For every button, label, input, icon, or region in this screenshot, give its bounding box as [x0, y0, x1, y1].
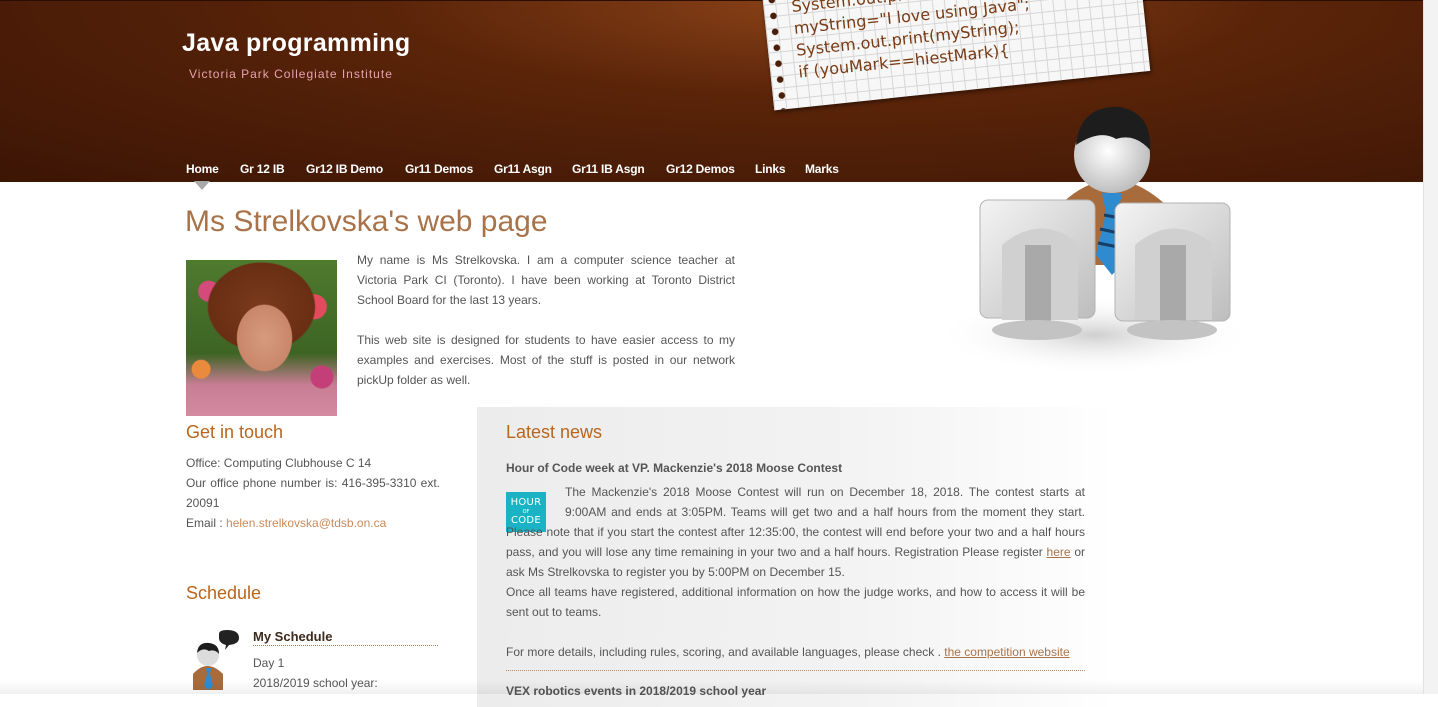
- code-note-illustration: System.out.println(myString="I love usin…: [762, 0, 1151, 111]
- news-item-body: The Mackenzie's 2018 Moose Contest will …: [506, 482, 1085, 662]
- contact-info: Office: Computing Clubhouse C 14 Our off…: [186, 453, 440, 533]
- active-nav-indicator: [194, 181, 210, 190]
- email-line: Email : helen.strelkovska@tdsb.on.ca: [186, 513, 440, 533]
- nav-item-gr11-demos[interactable]: Gr11 Demos: [405, 162, 473, 176]
- contact-heading: Get in touch: [186, 422, 284, 442]
- news-divider: [506, 670, 1085, 671]
- nav-item-links[interactable]: Links: [755, 162, 786, 176]
- intro-paragraph: My name is Ms Strelkovska. I am a comput…: [357, 253, 735, 307]
- register-here-link[interactable]: here: [1047, 545, 1071, 559]
- nav-item-gr12-ib-demo[interactable]: Gr12 IB Demo: [306, 162, 383, 176]
- news-text: Once all teams have registered, addition…: [506, 585, 1085, 619]
- competition-website-link[interactable]: the competition website: [944, 645, 1069, 659]
- intro-text: My name is Ms Strelkovska. I am a comput…: [357, 250, 735, 410]
- news-text: For more details, including rules, scori…: [506, 645, 945, 659]
- site-subtitle: Victoria Park Collegiate Institute: [189, 67, 393, 81]
- email-link[interactable]: helen.strelkovska@tdsb.on.ca: [226, 516, 386, 530]
- nav-item-gr11-asgn[interactable]: Gr11 Asgn: [494, 162, 552, 176]
- office-text: Office: Computing Clubhouse C 14: [186, 456, 372, 470]
- nav-item-home[interactable]: Home: [186, 162, 219, 176]
- news-heading: Latest news: [506, 422, 603, 442]
- teacher-portrait-photo: [186, 260, 337, 416]
- nav-item-gr12-ib[interactable]: Gr 12 IB: [240, 162, 285, 176]
- spiral-holes: [763, 0, 791, 111]
- news-item-title: Hour of Code week at VP. Mackenzie's 201…: [506, 461, 843, 475]
- my-schedule-title: My Schedule: [253, 629, 438, 646]
- site-title: Java programming: [182, 29, 411, 57]
- news-text: The Mackenzie's 2018 Moose Contest will …: [506, 485, 1085, 559]
- schedule-day: Day 1: [253, 656, 285, 670]
- page-title: Ms Strelkovska's web page: [185, 205, 548, 238]
- intro-paragraph: This web site is designed for students t…: [357, 333, 735, 387]
- vertical-scrollbar[interactable]: [1423, 0, 1438, 694]
- code-note-text: System.out.println(myString="I love usin…: [790, 0, 1035, 84]
- email-label: Email :: [186, 516, 227, 530]
- phone-text: Our office phone number is: 416-395-3310…: [186, 476, 440, 510]
- nav-item-gr11-ib-asgn[interactable]: Gr11 IB Asgn: [572, 162, 645, 176]
- schedule-heading: Schedule: [186, 583, 262, 603]
- nav-item-marks[interactable]: Marks: [805, 162, 839, 176]
- students-at-computers-illustration: [935, 106, 1255, 375]
- nav-item-gr12-demos[interactable]: Gr12 Demos: [666, 162, 735, 176]
